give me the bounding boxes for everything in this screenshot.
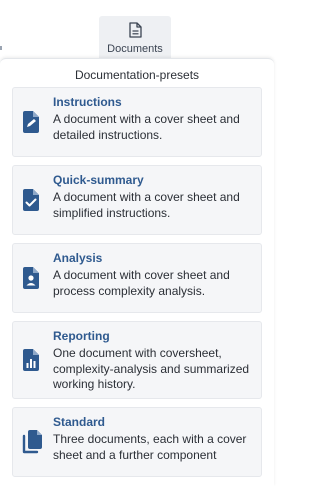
preset-description: A document with a cover sheet and detail… (53, 112, 240, 142)
app-root: Documents Documentation-presets Instruct… (0, 0, 274, 486)
preset-analysis[interactable]: Analysis A document with cover sheet and… (12, 243, 262, 313)
preset-reporting[interactable]: Reporting One document with coversheet, … (12, 321, 262, 399)
preset-instructions[interactable]: Instructions A document with a cover she… (12, 87, 262, 157)
preset-title: Reporting (53, 329, 110, 343)
preset-description: A document with a cover sheet and simpli… (53, 190, 240, 220)
panel-title: Documentation-presets (74, 68, 200, 82)
preset-description: Three documents, each with a cover sheet… (53, 432, 247, 462)
documents-tab[interactable]: Documents (99, 16, 171, 60)
document-user-icon (23, 267, 39, 289)
preset-title: Standard (53, 415, 106, 429)
toolbar-edge-marker (0, 46, 2, 50)
presets-panel: Documentation-presets Instructions A doc… (0, 58, 274, 486)
preset-title: Analysis (53, 251, 103, 265)
preset-description: A document with cover sheet and process … (53, 268, 230, 298)
preset-title: Instructions (53, 95, 122, 109)
document-icon (129, 22, 142, 38)
document-check-icon (23, 189, 39, 211)
preset-standard[interactable]: Standard Three documents, each with a co… (12, 407, 262, 477)
documents-stack-icon (22, 430, 42, 454)
toolbar: Documents (0, 0, 274, 60)
document-edit-icon (23, 111, 39, 133)
document-chart-icon (23, 349, 39, 371)
preset-quick-summary[interactable]: Quick-summary A document with a cover sh… (12, 165, 262, 235)
preset-title: Quick-summary (53, 173, 144, 187)
preset-description: One document with coversheet, complexity… (53, 346, 250, 391)
documents-tab-label: Documents (107, 43, 163, 55)
